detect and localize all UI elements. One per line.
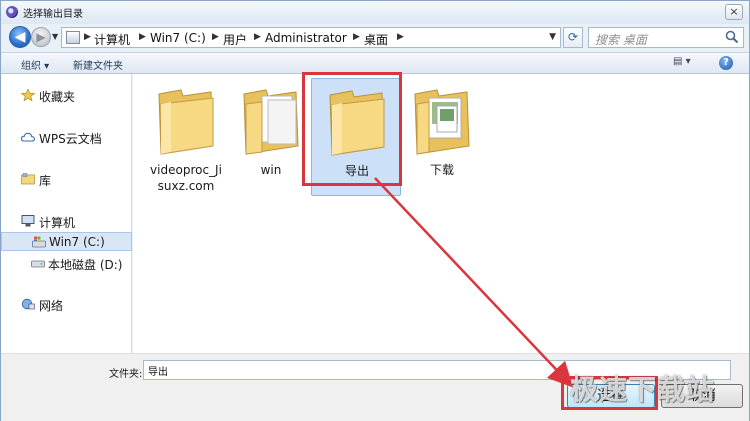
chevron-right-icon[interactable]: ▶ bbox=[397, 32, 404, 42]
dialog-footer: 文件夹: 导出 选择 取消 bbox=[1, 353, 749, 421]
folder-item-export[interactable]: 导出 bbox=[311, 78, 401, 196]
help-icon[interactable]: ? bbox=[719, 56, 733, 70]
view-options-icon[interactable]: ▤ ▾ bbox=[673, 56, 695, 71]
folder-item-videoproc[interactable]: videoproc_Ji suxz.com bbox=[141, 78, 231, 196]
sidebar-item-wps-cloud[interactable]: WPS云文档 bbox=[1, 128, 132, 147]
sidebar-item-local-disk-d[interactable]: 本地磁盘 (D:) bbox=[1, 254, 132, 273]
breadcrumb-users[interactable]: 用户 bbox=[223, 31, 247, 48]
sidebar-item-win7-c[interactable]: Win7 (C:) bbox=[1, 232, 132, 251]
file-name: videoproc_Ji suxz.com bbox=[150, 163, 222, 193]
refresh-button[interactable]: ⟳ bbox=[563, 27, 583, 48]
search-placeholder: 搜索 桌面 bbox=[595, 33, 647, 47]
file-name: 导出 bbox=[344, 164, 369, 178]
folder-icon bbox=[158, 89, 214, 155]
address-bar[interactable]: ▶ 计算机 ▶ Win7 (C:) ▶ 用户 ▶ Administrator ▶… bbox=[61, 27, 561, 48]
library-icon bbox=[21, 173, 35, 185]
sidebar-item-label: 本地磁盘 (D:) bbox=[48, 258, 123, 272]
cloud-icon bbox=[21, 132, 35, 142]
sidebar-item-network[interactable]: 网络 bbox=[1, 295, 132, 314]
breadcrumb-drive[interactable]: Win7 (C:) bbox=[150, 31, 206, 45]
sidebar-item-label: 网络 bbox=[39, 299, 64, 313]
chevron-right-icon[interactable]: ▶ bbox=[254, 32, 261, 42]
back-button[interactable]: ◀ bbox=[9, 26, 31, 48]
network-icon bbox=[21, 298, 35, 310]
select-folder-button[interactable]: 选择 bbox=[567, 384, 655, 408]
sidebar-item-label: 收藏夹 bbox=[39, 90, 76, 104]
app-icon bbox=[6, 6, 18, 18]
navigation-bar: ◀ ▶ ▼ ▶ 计算机 ▶ Win7 (C:) ▶ 用户 ▶ Administr… bbox=[1, 24, 749, 51]
folder-with-documents-icon bbox=[243, 89, 299, 155]
folder-with-images-icon bbox=[414, 89, 470, 155]
history-dropdown-icon[interactable]: ▼ bbox=[52, 32, 58, 41]
breadcrumb-administrator[interactable]: Administrator bbox=[265, 31, 347, 45]
folder-name-input[interactable]: 导出 bbox=[143, 360, 731, 380]
folder-icon bbox=[329, 90, 385, 156]
file-name: 下载 bbox=[429, 163, 454, 177]
sidebar-item-favorites[interactable]: 收藏夹 bbox=[1, 86, 132, 105]
file-dialog-window: 选择输出目录 × ◀ ▶ ▼ ▶ 计算机 ▶ Win7 (C:) ▶ 用户 ▶ … bbox=[0, 0, 750, 421]
file-name: win bbox=[260, 163, 282, 177]
folder-item-win[interactable]: win bbox=[226, 78, 316, 196]
file-list-view: videoproc_Ji suxz.com win 导出 下载 bbox=[133, 74, 749, 353]
new-folder-button[interactable]: 新建文件夹 bbox=[73, 57, 123, 72]
chevron-right-icon[interactable]: ▶ bbox=[84, 32, 91, 42]
sidebar-item-label: 库 bbox=[39, 174, 52, 188]
star-icon bbox=[21, 89, 35, 101]
sidebar-item-label: 计算机 bbox=[39, 216, 76, 230]
sidebar-item-label: WPS云文档 bbox=[39, 132, 102, 146]
drive-c-icon bbox=[32, 236, 46, 248]
search-icon[interactable] bbox=[725, 30, 739, 44]
folder-item-download[interactable]: 下载 bbox=[397, 78, 487, 196]
window-title: 选择输出目录 bbox=[23, 9, 83, 20]
organize-menu[interactable]: 组织 ▾ bbox=[21, 57, 49, 72]
sidebar-item-libraries[interactable]: 库 bbox=[1, 170, 132, 189]
chevron-right-icon[interactable]: ▶ bbox=[212, 32, 219, 42]
drive-d-icon bbox=[31, 260, 45, 268]
location-icon bbox=[66, 31, 80, 44]
address-dropdown-icon[interactable]: ▼ bbox=[549, 32, 556, 42]
search-input[interactable]: 搜索 桌面 bbox=[588, 27, 744, 48]
sidebar-item-computer[interactable]: 计算机 bbox=[1, 212, 132, 231]
chevron-right-icon[interactable]: ▶ bbox=[353, 32, 360, 42]
forward-button[interactable]: ▶ bbox=[31, 27, 51, 47]
breadcrumb-desktop[interactable]: 桌面 bbox=[364, 31, 388, 48]
close-button[interactable]: × bbox=[725, 4, 743, 20]
navigation-pane: 收藏夹 WPS云文档 库 计算机 Win7 (C:) 本地磁盘 (D:) 网络 bbox=[1, 74, 132, 353]
sidebar-item-label: Win7 (C:) bbox=[49, 235, 105, 249]
chevron-right-icon[interactable]: ▶ bbox=[139, 32, 146, 42]
folder-field-label: 文件夹: bbox=[109, 369, 143, 380]
breadcrumb-computer[interactable]: 计算机 bbox=[94, 31, 130, 48]
cancel-button[interactable]: 取消 bbox=[661, 384, 743, 408]
title-bar: 选择输出目录 × bbox=[1, 1, 749, 24]
command-bar: 组织 ▾ 新建文件夹 ▤ ▾ ? bbox=[1, 52, 749, 74]
computer-icon bbox=[21, 215, 35, 227]
